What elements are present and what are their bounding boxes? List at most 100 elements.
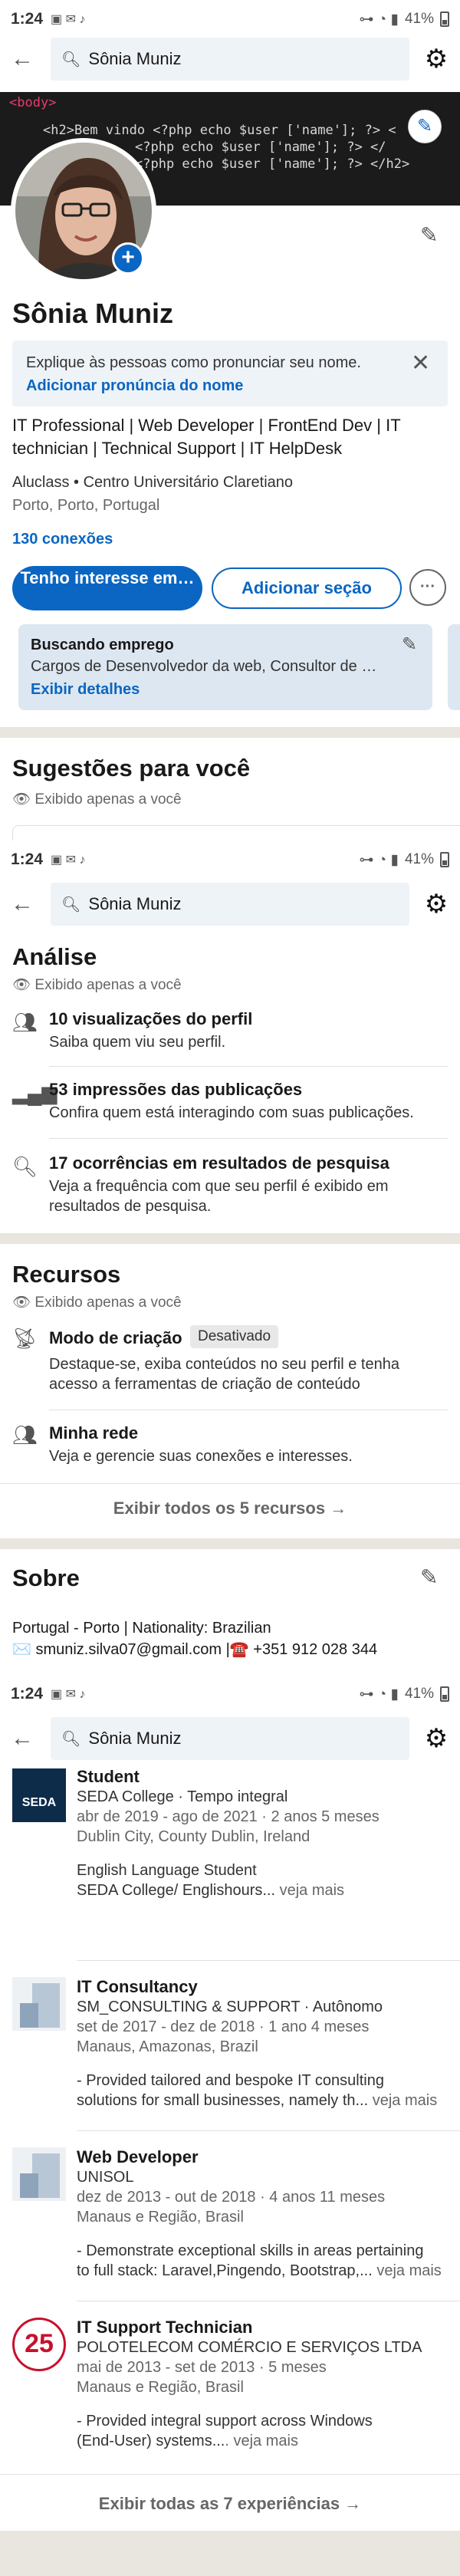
- edit-open-to-work-pencil-icon[interactable]: ✎: [402, 633, 417, 656]
- divider-line: [49, 1138, 448, 1139]
- profile-education: Aluclass • Centro Universitário Claretia…: [12, 474, 294, 491]
- experience-title: IT Support Technician: [77, 2318, 253, 2337]
- logo-block: [20, 2003, 38, 2028]
- resources-visibility: 👁︎ Exibido apenas a você: [12, 1293, 182, 1311]
- search-value: Sônia Muniz: [88, 1729, 182, 1748]
- polotelecom-logo-text: 25: [25, 2329, 54, 2358]
- suggestions-title: Sugestões para você: [12, 755, 251, 781]
- experience-item[interactable]: Student SEDA College · Tempo integral ab…: [77, 1767, 380, 1900]
- add-section-button[interactable]: Adicionar seção: [212, 568, 402, 609]
- divider-line: [0, 1483, 460, 1484]
- company-logo-placeholder: [12, 2147, 66, 2201]
- experience-desc-1: English Language Student: [77, 1862, 257, 1879]
- search-value: Sônia Muniz: [88, 49, 182, 68]
- battery-level: 41%: [404, 851, 434, 867]
- experience-desc-2-text: SEDA College/ Englishours...: [77, 1882, 276, 1899]
- search-value: Sônia Muniz: [88, 894, 182, 913]
- battery-icon: [440, 12, 449, 27]
- edit-about-pencil-icon[interactable]: ✎: [420, 1564, 438, 1590]
- experience-desc-2-text: (End-User) systems...: [77, 2433, 225, 2449]
- see-more-link[interactable]: veja mais: [368, 2092, 437, 2109]
- see-more-link[interactable]: veja mais: [275, 1882, 344, 1899]
- eye-icon: 👁︎: [12, 977, 35, 993]
- notification-icons: ▣ ✉ ♪: [51, 854, 86, 867]
- analytics-item-title: 17 ocorrências em resultados de pesquisa: [49, 1153, 389, 1173]
- analytics-visibility-label: Exibido apenas a você: [34, 977, 182, 993]
- battery-icon: [440, 852, 449, 867]
- see-more-link[interactable]: veja mais: [373, 2262, 441, 2279]
- experience-desc-1: - Provided integral support across Windo…: [77, 2413, 373, 2430]
- see-more-link[interactable]: . veja mais: [225, 2433, 298, 2449]
- experience-dates: abr de 2019 - ago de 2021 · 2 anos 5 mes…: [77, 1808, 380, 1825]
- cover-line-1: <h2>Bem vindo <?php echo $user ['name'];…: [43, 123, 396, 138]
- people-icon: 👥︎: [12, 1423, 38, 1446]
- resources-title: Recursos: [12, 1261, 121, 1288]
- status-right: ⊶ ◔ ▮ 41%: [359, 1686, 449, 1703]
- search-input[interactable]: 🔍︎ Sônia Muniz: [51, 1717, 409, 1760]
- analytics-title: Análise: [12, 943, 97, 970]
- show-all-resources-link[interactable]: Exibir todos os 5 recursos →: [0, 1499, 460, 1518]
- experience-desc-2: solutions for small businesses, namely t…: [77, 2091, 437, 2110]
- close-icon[interactable]: ✕: [411, 350, 430, 377]
- section-divider: [0, 2531, 460, 2576]
- status-right: ⊶ ◔ ▮ 41%: [359, 11, 449, 28]
- show-all-experiences-link[interactable]: Exibir todas as 7 experiências →: [0, 2494, 460, 2514]
- notification-icons: ▣ ✉ ♪: [51, 1688, 86, 1701]
- experience-company: SM_CONSULTING & SUPPORT · Autônomo: [77, 1999, 383, 2015]
- settings-gear-icon[interactable]: ⚙: [423, 1723, 449, 1754]
- settings-gear-icon[interactable]: ⚙: [423, 44, 449, 74]
- analytics-item-profile-views[interactable]: 👥︎ 10 visualizações do perfil Saiba quem…: [0, 1006, 460, 1064]
- battery-icon: [440, 1686, 449, 1702]
- suggestions-visibility: 👁︎ Exibido apenas a você: [12, 790, 182, 808]
- edit-cover-pencil-icon[interactable]: ✎: [408, 110, 442, 143]
- experience-desc-2-text: solutions for small businesses, namely t…: [77, 2092, 369, 2109]
- connections-link[interactable]: 130 conexões: [12, 531, 113, 548]
- add-pronunciation-link[interactable]: Adicionar pronúncia do nome: [26, 377, 243, 395]
- search-input[interactable]: 🔍︎ Sônia Muniz: [51, 883, 409, 926]
- my-network-desc: Veja e gerencie suas conexões e interess…: [49, 1448, 353, 1465]
- analytics-item-search-appearances[interactable]: 🔍︎ 17 ocorrências em resultados de pesqu…: [0, 1150, 460, 1227]
- back-arrow-icon[interactable]: ←: [11, 46, 51, 72]
- search-input[interactable]: 🔍︎ Sônia Muniz: [51, 38, 409, 81]
- experience-item[interactable]: IT Support Technician POLOTELECOM COMÉRC…: [77, 2318, 422, 2451]
- experience-desc-2-text: to full stack: Laravel,Pingendo, Bootstr…: [77, 2262, 373, 2279]
- status-bar: 1:24 ▣ ✉ ♪ ⊶ ◔ ▮ 41%: [0, 1675, 460, 1713]
- broadcast-icon: 📡︎: [12, 1327, 38, 1350]
- suggestions-visibility-label: Exibido apenas a você: [34, 791, 182, 808]
- experience-location: Manaus, Amazonas, Brazil: [77, 2038, 258, 2055]
- experience-location: Manaus e Região, Brasil: [77, 2209, 244, 2226]
- eye-icon: 👁︎: [12, 791, 35, 808]
- profile-headline: IT Professional | Web Developer | FrontE…: [12, 416, 401, 458]
- back-arrow-icon[interactable]: ←: [11, 891, 51, 917]
- open-to-button[interactable]: Tenho interesse em…: [12, 566, 202, 610]
- back-arrow-icon[interactable]: ←: [11, 1726, 51, 1752]
- top-bar: ← 🔍︎ Sônia Muniz ⚙: [0, 34, 460, 84]
- profile-location: Porto, Porto, Portugal: [12, 497, 160, 514]
- experience-item[interactable]: IT Consultancy SM_CONSULTING & SUPPORT ·…: [77, 1977, 437, 2110]
- open-to-work-card[interactable]: Buscando emprego Cargos de Desenvolvedor…: [18, 624, 432, 710]
- edit-intro-pencil-icon[interactable]: ✎: [420, 222, 438, 248]
- top-bar: ← 🔍︎ Sônia Muniz ⚙: [0, 879, 460, 929]
- settings-gear-icon[interactable]: ⚙: [423, 889, 449, 920]
- my-network-item[interactable]: 👥︎ Minha rede Veja e gerencie suas conex…: [0, 1420, 460, 1474]
- analytics-item-desc: Confira quem está interagindo com suas p…: [49, 1104, 414, 1121]
- analytics-item-impressions[interactable]: ▂▄▆ 53 impressões das publicações Confir…: [0, 1077, 460, 1135]
- search-icon: 🔍︎: [61, 896, 81, 913]
- status-time: 1:24: [11, 850, 44, 868]
- experience-title: Web Developer: [77, 2147, 199, 2166]
- experience-title: IT Consultancy: [77, 1977, 198, 1996]
- more-options-button[interactable]: ···: [409, 569, 446, 606]
- my-network-title: Minha rede: [49, 1423, 139, 1443]
- creator-mode-item[interactable]: 📡︎ Modo de criação Desativado Destaque-s…: [0, 1324, 460, 1408]
- experience-item[interactable]: Web Developer UNISOL dez de 2013 - out d…: [77, 2147, 442, 2281]
- experience-location: Dublin City, County Dublin, Ireland: [77, 1828, 310, 1845]
- pronunciation-prompt: Explique às pessoas como pronunciar seu …: [26, 354, 361, 371]
- search-icon: 🔍︎: [61, 51, 81, 68]
- experience-desc-2: SEDA College/ Englishours... veja mais: [77, 1880, 380, 1900]
- show-details-link[interactable]: Exibir detalhes: [31, 681, 140, 699]
- company-logo-placeholder: [12, 1977, 66, 2031]
- section-divider: [0, 1233, 460, 1244]
- battery-level: 41%: [404, 1686, 434, 1702]
- add-photo-plus-icon[interactable]: +: [112, 242, 144, 275]
- experience-desc-2: (End-User) systems.... veja mais: [77, 2431, 422, 2451]
